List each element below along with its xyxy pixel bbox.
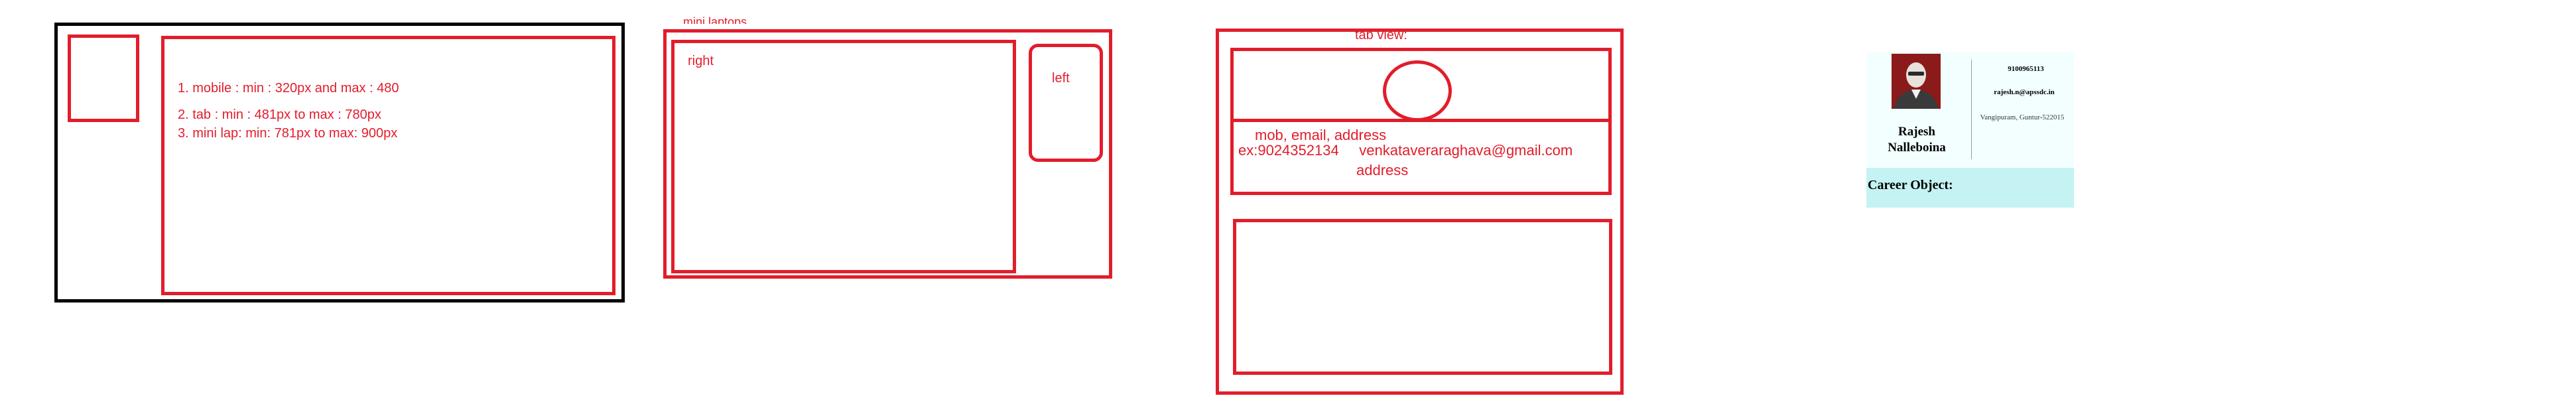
person-photo-icon xyxy=(1892,54,1941,109)
contact-example: ex:9024352134 venkataveraraghava@gmail.c… xyxy=(1238,142,1573,159)
right-column-label: right xyxy=(688,54,714,68)
profile-card: Rajesh Nalleboina 9100965113 rajesh.n@ap… xyxy=(1866,52,2074,208)
profile-phone: 9100965113 xyxy=(2008,65,2044,73)
card-column-divider xyxy=(1971,60,1972,159)
breakpoint-tab: 2. tab : min : 481px to max : 780px xyxy=(178,107,381,122)
breakpoint-mobile: 1. mobile : min : 320px and max : 480 xyxy=(178,81,399,96)
left-column-label: left xyxy=(1052,71,1070,86)
avatar xyxy=(1892,54,1941,109)
address-label: address xyxy=(1356,162,1409,178)
profile-photo-circle xyxy=(1383,60,1452,121)
right-column-box xyxy=(671,40,1016,273)
mini-laptops-title: mini laptops xyxy=(683,15,747,24)
profile-address: Vangipuram, Guntur-522015 xyxy=(1980,113,2065,121)
profile-email: rajesh.n@apssdc.in xyxy=(1994,88,2055,96)
profile-name: Rajesh Nalleboina xyxy=(1888,125,1946,155)
left-column-box xyxy=(1029,44,1103,162)
main-content-box xyxy=(161,36,615,295)
sidebar-placeholder-box xyxy=(68,34,139,122)
career-object-heading: Career Object: xyxy=(1868,178,1953,192)
breakpoint-mini-lap: 3. mini lap: min: 781px to max: 900px xyxy=(178,126,398,141)
tab-body-box xyxy=(1233,219,1612,375)
